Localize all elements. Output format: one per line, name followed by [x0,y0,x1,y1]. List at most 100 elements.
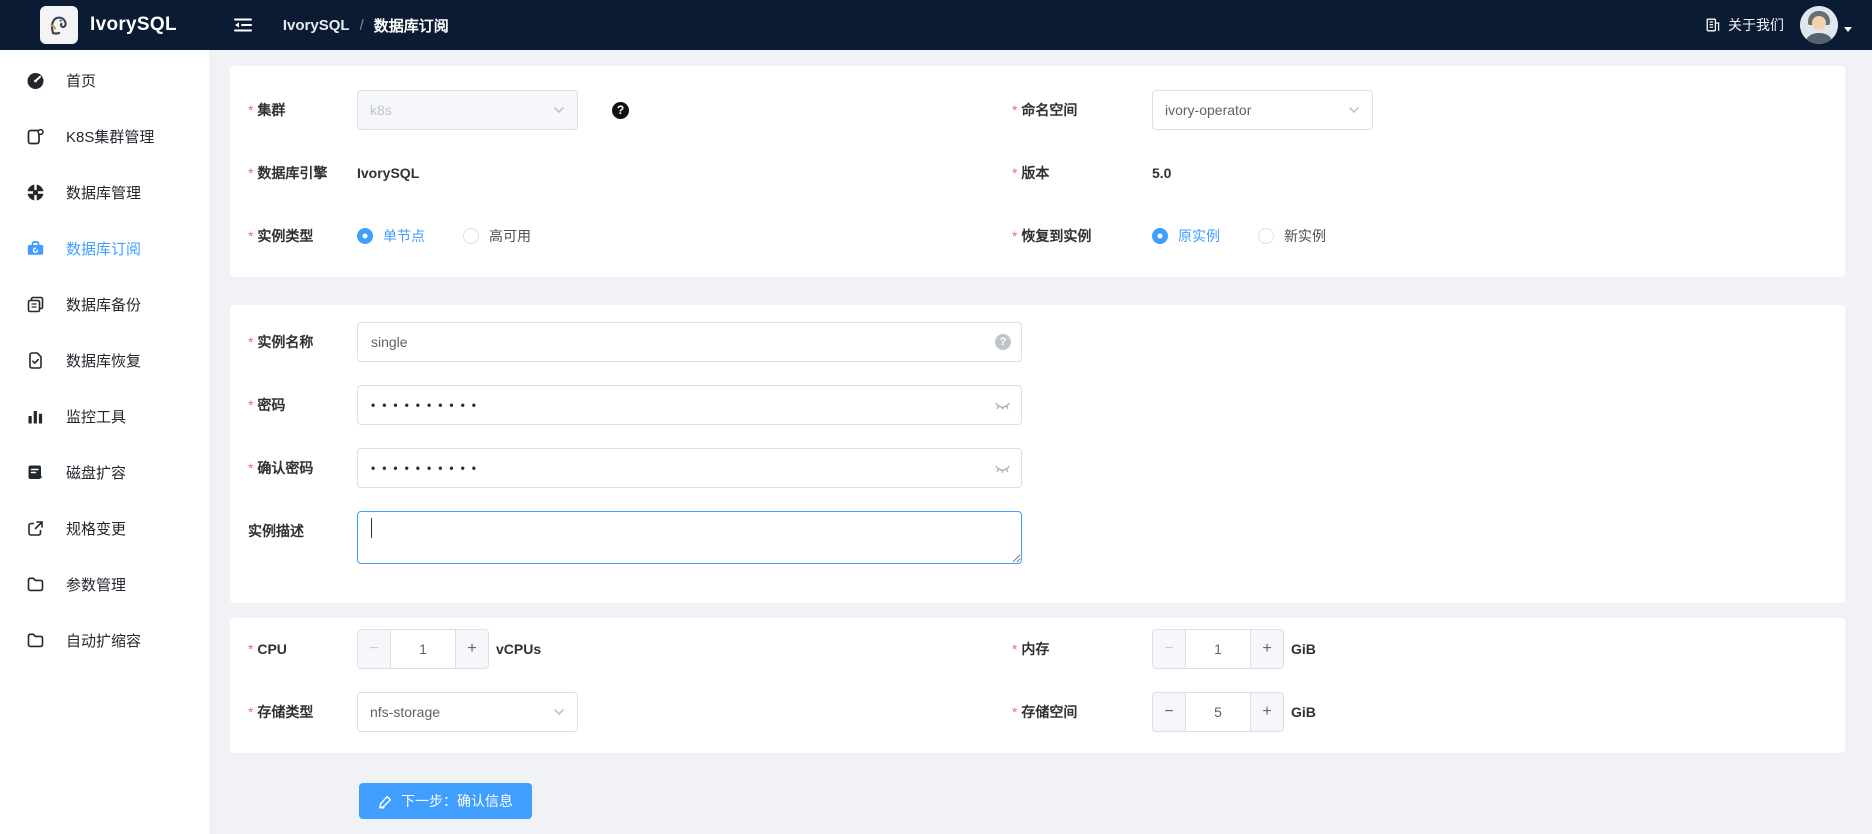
cpu-decrease-button[interactable]: − [358,630,391,668]
storage-size-increase-button[interactable]: + [1250,693,1283,731]
instance-type-label: 实例类型 [230,226,357,246]
storage-size-unit: GiB [1291,704,1316,720]
sidebar-item-label: 磁盘扩容 [66,462,126,483]
top-navbar: IvorySQL IvorySQL / 数据库订阅 关于我们 [0,0,1872,50]
sidebar-item-label: 数据库备份 [66,294,141,315]
confirm-password-input[interactable] [357,448,1022,488]
sidebar-item-label: 数据库恢复 [66,350,141,371]
radio-new-instance[interactable]: 新实例 [1258,226,1326,246]
sidebar-item-parameter-manage[interactable]: 参数管理 [0,556,209,612]
radio-icon [1152,228,1168,244]
instance-name-input[interactable] [357,322,1022,362]
edit-pen-icon [378,794,393,809]
cluster-select[interactable]: k8s [357,90,578,130]
cpu-increase-button[interactable]: + [455,630,488,668]
sidebar-item-spec-change[interactable]: 规格变更 [0,500,209,556]
chevron-down-icon [1844,27,1852,32]
sidebar-item-label: 首页 [66,70,96,91]
backup-icon [26,295,45,314]
radio-label: 原实例 [1178,226,1220,246]
namespace-label: 命名空间 [1012,100,1152,120]
radio-high-availability[interactable]: 高可用 [463,226,531,246]
version-label: 版本 [1012,163,1152,183]
version-value: 5.0 [1152,165,1171,181]
sidebar-item-database-manage[interactable]: 数据库管理 [0,164,209,220]
radio-icon [1258,228,1274,244]
sidebar-item-label: 数据库订阅 [66,238,141,259]
radio-single-node[interactable]: 单节点 [357,226,425,246]
memory-unit: GiB [1291,641,1316,657]
restore-to-radio-group: 原实例 新实例 [1152,226,1326,246]
radio-label: 高可用 [489,226,531,246]
sidebar-item-monitor-tools[interactable]: 监控工具 [0,388,209,444]
password-input[interactable] [357,385,1022,425]
description-textarea[interactable] [357,511,1022,564]
sidebar-item-home[interactable]: 首页 [0,52,209,108]
sidebar-item-label: 参数管理 [66,574,126,595]
namespace-select[interactable]: ivory-operator [1152,90,1373,130]
sidebar-item-database-restore[interactable]: 数据库恢复 [0,332,209,388]
disk-icon [26,463,45,482]
sidebar-item-label: 数据库管理 [66,182,141,203]
breadcrumb-current: 数据库订阅 [374,15,449,36]
chevron-down-icon [553,104,565,116]
storage-type-label: 存储类型 [230,702,357,722]
namespace-select-value: ivory-operator [1165,102,1251,118]
cpu-label: CPU [230,641,357,657]
eye-closed-icon[interactable] [994,397,1011,414]
radio-icon [463,228,479,244]
memory-increase-button[interactable]: + [1250,630,1283,668]
cluster-icon [26,127,45,146]
sidebar-item-autoscaling[interactable]: 自动扩缩容 [0,612,209,668]
instance-name-label: 实例名称 [230,332,357,352]
radio-original-instance[interactable]: 原实例 [1152,226,1220,246]
storage-size-value[interactable]: 5 [1186,693,1250,731]
dashboard-icon [26,71,45,90]
breadcrumb: IvorySQL / 数据库订阅 [283,15,449,36]
instance-type-radio-group: 单节点 高可用 [357,226,531,246]
sidebar-item-label: 自动扩缩容 [66,630,141,651]
breadcrumb-root[interactable]: IvorySQL [283,17,350,34]
about-us-link[interactable]: 关于我们 [1705,15,1784,35]
engine-value: IvorySQL [357,165,419,181]
breadcrumb-separator: / [360,17,364,34]
next-step-button[interactable]: 下一步：确认信息 [359,783,532,819]
next-step-button-label: 下一步：确认信息 [401,791,513,811]
memory-stepper: − 1 + [1152,629,1284,669]
sidebar-item-k8s-cluster[interactable]: K8S集群管理 [0,108,209,164]
text-cursor [371,518,372,538]
sidebar-item-label: 监控工具 [66,406,126,427]
memory-decrease-button[interactable]: − [1153,630,1186,668]
cpu-value[interactable]: 1 [391,630,455,668]
chevron-down-icon [553,706,565,718]
monitor-icon [26,407,45,426]
sidebar-item-database-backup[interactable]: 数据库备份 [0,276,209,332]
instance-name-help-icon[interactable]: ? [995,334,1011,350]
cluster-help-icon[interactable]: ? [612,102,629,119]
user-menu[interactable] [1800,6,1852,44]
spec-change-icon [26,519,45,538]
app-logo [40,6,78,44]
sidebar-item-label: K8S集群管理 [66,126,154,147]
memory-value[interactable]: 1 [1186,630,1250,668]
sidebar-item-database-subscription[interactable]: 数据库订阅 [0,220,209,276]
engine-label: 数据库引擎 [230,163,357,183]
storage-type-select[interactable]: nfs-storage [357,692,578,732]
storage-size-decrease-button[interactable]: − [1153,693,1186,731]
sidebar-collapse-icon[interactable] [233,16,253,34]
avatar[interactable] [1800,6,1838,44]
building-icon [1705,17,1721,33]
confirm-password-label: 确认密码 [230,458,357,478]
instance-detail-card: 实例名称 ? 密码 确认密码 [230,305,1845,603]
chevron-down-icon [1348,104,1360,116]
radio-label: 单节点 [383,226,425,246]
sidebar-item-disk-expand[interactable]: 磁盘扩容 [0,444,209,500]
main-content: 集群 k8s ? 命名空间 ivory-operator [209,50,1872,834]
eye-closed-icon[interactable] [994,460,1011,477]
radio-icon [357,228,373,244]
sidebar-item-label: 规格变更 [66,518,126,539]
resource-card: CPU − 1 + vCPUs 内存 − 1 + GiB [230,618,1845,753]
storage-type-value: nfs-storage [370,704,440,720]
memory-label: 内存 [1012,639,1152,659]
cluster-label: 集群 [230,100,357,120]
